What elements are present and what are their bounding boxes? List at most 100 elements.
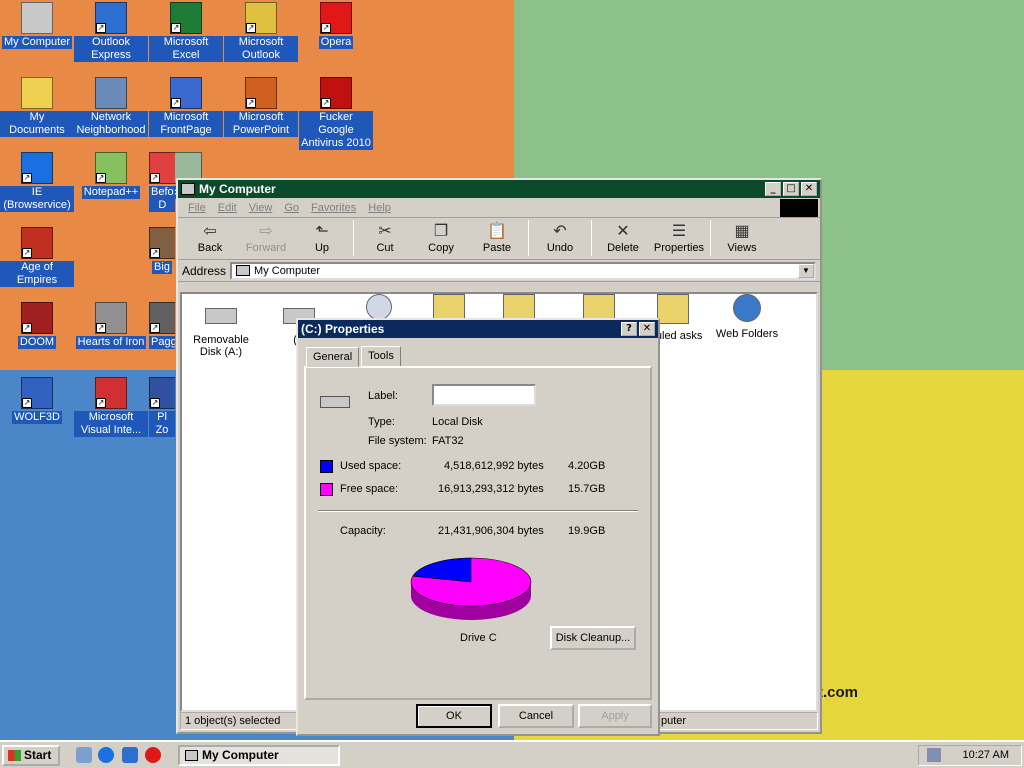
- capacity-bytes: 21,431,906,304 bytes: [438, 525, 544, 537]
- desktop-icon-label: Opera: [318, 36, 354, 49]
- desktop-icon[interactable]: ↗ DOOM: [0, 302, 74, 349]
- network-tray-icon[interactable]: [927, 748, 941, 762]
- address-input[interactable]: My Computer ▼: [230, 261, 816, 280]
- desktop-icon-label: Pagg: [149, 336, 175, 349]
- address-label: Address: [182, 263, 227, 278]
- desktop-icon[interactable]: ↗ Big: [149, 227, 175, 274]
- internet-explorer-icon[interactable]: [98, 747, 114, 763]
- tab-general[interactable]: General: [306, 347, 360, 367]
- desktop-icon-label: Fucker Google Antivirus 2010: [299, 111, 373, 150]
- desktop-icon[interactable]: ↗ Pl Zo: [149, 377, 175, 437]
- app-icon: ↗: [320, 77, 352, 109]
- cut-button[interactable]: ✂ Cut: [357, 220, 413, 258]
- undo-button[interactable]: ↶ Undo: [532, 220, 588, 258]
- close-button[interactable]: ✕: [639, 322, 655, 336]
- desktop-icon[interactable]: ↗ Microsoft FrontPage: [149, 77, 223, 137]
- show-desktop-icon[interactable]: [76, 747, 92, 763]
- views-icon: ▦: [734, 223, 750, 240]
- desktop-icon-label: Microsoft Outlook: [224, 36, 298, 62]
- desktop-icon[interactable]: ↗ Microsoft Outlook: [224, 2, 298, 62]
- desktop-icon[interactable]: ↗ Microsoft Excel: [149, 2, 223, 62]
- forward-button[interactable]: ⇨ Forward: [238, 220, 294, 258]
- desktop-icon[interactable]: ↗ Notepad++: [74, 152, 148, 199]
- menu-edit[interactable]: Edit: [218, 202, 237, 214]
- shortcut-arrow-icon: ↗: [96, 23, 106, 33]
- desktop-icon-label: Microsoft PowerPoint: [224, 111, 298, 137]
- menu-favorites[interactable]: Favorites: [311, 202, 356, 214]
- delete-button[interactable]: ✕ Delete: [595, 220, 651, 258]
- app-icon: ↗: [149, 227, 175, 259]
- app-icon: ↗: [245, 2, 277, 34]
- tab-tools[interactable]: Tools: [361, 346, 401, 366]
- app-icon: ↗: [21, 302, 53, 334]
- computer-icon: [236, 265, 251, 276]
- desktop-icon[interactable]: My Computer: [0, 2, 74, 49]
- desktop-icon[interactable]: ↗ Microsoft Visual Inte...: [74, 377, 148, 437]
- desktop-icon[interactable]: ↗ Opera: [299, 2, 373, 49]
- apply-button[interactable]: Apply: [578, 704, 652, 728]
- desktop-icon-label: Network Neighborhood: [74, 111, 148, 137]
- ok-button[interactable]: OK: [416, 704, 492, 728]
- dialog-titlebar[interactable]: (C:) Properties ? ✕: [298, 320, 658, 338]
- shortcut-arrow-icon: ↗: [321, 98, 331, 108]
- shortcut-arrow-icon: ↗: [22, 398, 32, 408]
- desktop-icon[interactable]: ↗ Microsoft PowerPoint: [224, 77, 298, 137]
- free-space-bytes: 16,913,293,312 bytes: [438, 483, 544, 495]
- disk-cleanup-button[interactable]: Disk Cleanup...: [550, 626, 636, 650]
- menu-help[interactable]: Help: [368, 202, 391, 214]
- desktop-icon-label: Microsoft FrontPage: [149, 111, 223, 137]
- desktop-icon[interactable]: ↗ WOLF3D: [0, 377, 74, 424]
- back-icon: ⇦: [203, 223, 217, 240]
- computer-icon: [181, 183, 195, 195]
- desktop-icon[interactable]: ↗ Outlook Express: [74, 2, 148, 62]
- copy-button[interactable]: ❐ Copy: [413, 220, 469, 258]
- drive-properties-dialog[interactable]: (C:) Properties ? ✕ General Tools Label:…: [296, 318, 660, 736]
- tab-strip: General Tools: [306, 346, 403, 367]
- taskbar-my-computer[interactable]: My Computer: [178, 745, 340, 766]
- desktop-icon[interactable]: ↗ Fucker Google Antivirus 2010: [299, 77, 373, 150]
- menu-view[interactable]: View: [249, 202, 273, 214]
- paste-button[interactable]: 📋 Paste: [469, 220, 525, 258]
- cancel-button[interactable]: Cancel: [498, 704, 574, 728]
- web-folders-item[interactable]: Web Folders: [710, 294, 784, 340]
- shortcut-arrow-icon: ↗: [321, 23, 331, 33]
- desktop-icon[interactable]: Network Neighborhood: [74, 77, 148, 137]
- removable-disk-item[interactable]: Removable Disk (A:): [184, 300, 258, 358]
- desktop-icon[interactable]: ↗ Pagg: [149, 302, 175, 349]
- close-button[interactable]: ✕: [801, 182, 817, 196]
- menu-go[interactable]: Go: [284, 202, 299, 214]
- explorer-titlebar[interactable]: My Computer _ □ ✕: [178, 180, 820, 198]
- app-icon: ↗: [149, 302, 175, 334]
- up-button[interactable]: ⬑ Up: [294, 220, 350, 258]
- start-button[interactable]: Start: [2, 745, 60, 766]
- type-value: Local Disk: [432, 416, 483, 428]
- outlook-express-icon[interactable]: [122, 747, 138, 763]
- minimize-button[interactable]: _: [765, 182, 781, 196]
- desktop-icon-label: My Documents: [0, 111, 74, 137]
- properties-button[interactable]: ☰ Properties: [651, 220, 707, 258]
- menu-file[interactable]: File: [188, 202, 206, 214]
- maximize-button[interactable]: □: [783, 182, 799, 196]
- desktop-icon[interactable]: ↗ Befo D: [149, 152, 175, 212]
- floppy-drive-icon: [205, 308, 237, 324]
- dialog-title: (C:) Properties: [301, 322, 385, 336]
- desktop-icon[interactable]: My Documents: [0, 77, 74, 137]
- desktop-icon[interactable]: ↗ IE (Browservice): [0, 152, 74, 212]
- desktop-icon[interactable]: ↗ Age of Empires: [0, 227, 74, 287]
- label-input[interactable]: [432, 384, 536, 406]
- undo-icon: ↶: [553, 223, 567, 240]
- app-icon: ↗: [149, 152, 175, 184]
- app-icon: ↗: [95, 377, 127, 409]
- desktop-icon[interactable]: ↗ Hearts of Iron: [74, 302, 148, 349]
- shortcut-arrow-icon: ↗: [96, 323, 106, 333]
- app-icon: [21, 2, 53, 34]
- views-button[interactable]: ▦ Views: [714, 220, 770, 258]
- properties-icon: ☰: [671, 223, 687, 240]
- chevron-down-icon[interactable]: ▼: [798, 263, 814, 278]
- desktop-icon-label: Microsoft Visual Inte...: [74, 411, 148, 437]
- opera-icon[interactable]: [145, 747, 161, 763]
- help-button[interactable]: ?: [621, 322, 637, 336]
- app-icon: ↗: [149, 377, 175, 409]
- back-button[interactable]: ⇦ Back: [182, 220, 238, 258]
- web-folders-icon: [733, 294, 761, 322]
